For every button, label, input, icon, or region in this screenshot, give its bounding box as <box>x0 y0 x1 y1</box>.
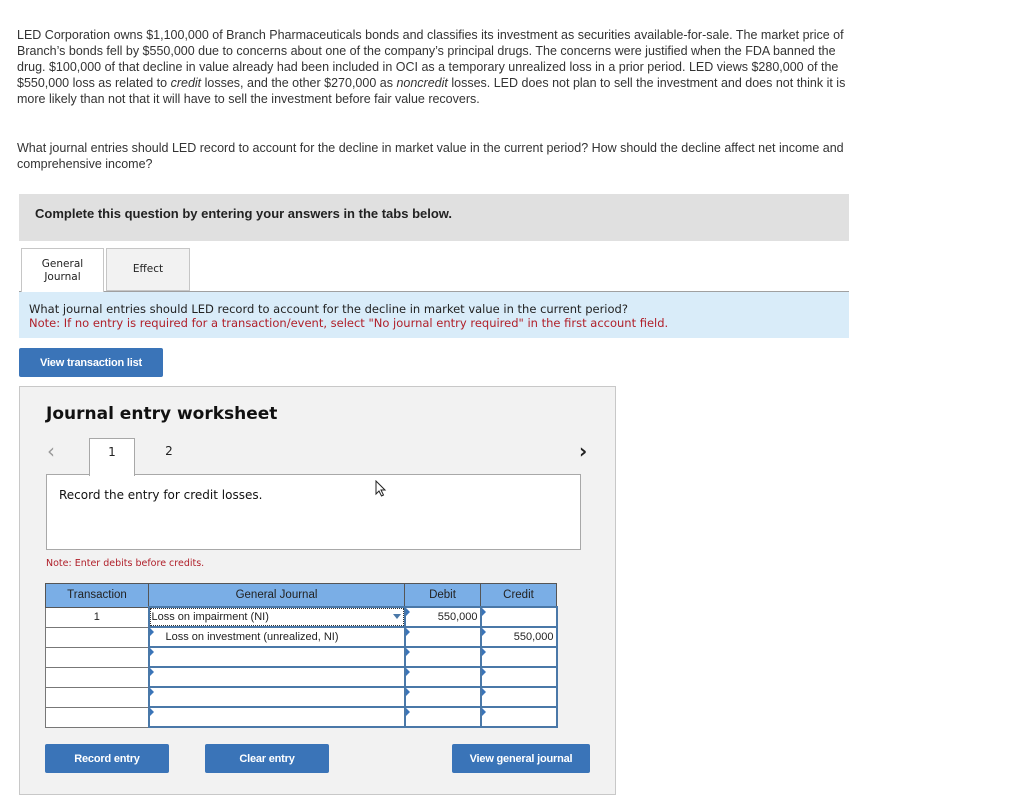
view-general-journal-button[interactable]: View general journal <box>452 744 590 773</box>
entry-marker-icon <box>149 648 154 656</box>
instruction-text: Complete this question by entering your … <box>35 206 453 221</box>
account-select[interactable] <box>147 666 406 688</box>
entry-description-box: Record the entry for credit losses. <box>46 474 581 550</box>
info-note: Note: If no entry is required for a tran… <box>29 316 669 330</box>
account-select[interactable] <box>147 686 406 708</box>
entry-tab-1[interactable]: 1 <box>89 438 135 476</box>
table-row <box>45 686 558 708</box>
credit-value: 550,000 <box>513 631 554 643</box>
question-paragraph: LED Corporation owns $1,100,000 of Branc… <box>17 27 867 107</box>
credit-input[interactable] <box>479 686 558 708</box>
chevron-left-icon[interactable]: ‹ <box>47 439 55 463</box>
transaction-cell <box>45 686 149 708</box>
table-row <box>45 666 558 688</box>
debit-input[interactable] <box>403 686 482 708</box>
header-debit: Debit <box>404 583 481 608</box>
debit-input[interactable] <box>403 666 482 688</box>
entry-marker-icon <box>405 608 410 616</box>
emphasis-credit: credit <box>170 76 202 90</box>
debit-credit-note: Note: Enter debits before credits. <box>46 558 205 569</box>
debit-input[interactable] <box>403 706 482 728</box>
account-value: Loss on investment (unrealized, NI) <box>165 631 339 643</box>
table-row: Loss on investment (unrealized, NI) 550,0… <box>45 626 558 648</box>
journal-entry-worksheet: Journal entry worksheet ‹ › 1 2 Record t… <box>19 386 616 795</box>
entry-marker-icon <box>481 668 486 676</box>
worksheet-title: Journal entry worksheet <box>46 404 278 424</box>
credit-input[interactable] <box>479 666 558 688</box>
entry-marker-icon <box>149 668 154 676</box>
header-transaction: Transaction <box>45 583 149 608</box>
tab-effect[interactable]: Effect <box>106 248 190 291</box>
record-entry-button[interactable]: Record entry <box>45 744 169 773</box>
header-general-journal: General Journal <box>148 583 405 608</box>
account-value: Loss on impairment (NI) <box>151 611 269 623</box>
entry-marker-icon <box>405 688 410 696</box>
tab-general-journal[interactable]: General Journal <box>21 248 104 292</box>
entry-marker-icon <box>405 668 410 676</box>
transaction-cell <box>45 706 149 728</box>
account-select[interactable]: Loss on investment (unrealized, NI) <box>147 626 406 648</box>
account-select[interactable] <box>147 706 406 728</box>
entry-marker-icon <box>149 708 154 716</box>
account-select[interactable]: Loss on impairment (NI) <box>147 606 406 628</box>
table-row: 1 Loss on impairment (NI) 550,000 <box>45 606 558 628</box>
transaction-cell <box>45 626 149 648</box>
entry-marker-icon <box>481 688 486 696</box>
debit-input[interactable] <box>403 626 482 648</box>
info-question: What journal entries should LED record t… <box>29 302 628 316</box>
debit-value: 550,000 <box>437 611 478 623</box>
instruction-banner: Complete this question by entering your … <box>19 194 849 241</box>
entry-marker-icon <box>149 628 154 636</box>
dropdown-arrow-icon[interactable] <box>392 614 401 619</box>
entry-marker-icon <box>481 648 486 656</box>
entry-description: Record the entry for credit losses. <box>59 488 263 502</box>
entry-tab-2[interactable]: 2 <box>146 438 192 476</box>
credit-input[interactable]: 550,000 <box>479 626 558 648</box>
table-row <box>45 646 558 668</box>
info-box: What journal entries should LED record t… <box>19 291 849 338</box>
entry-marker-icon <box>481 708 486 716</box>
account-select[interactable] <box>147 646 406 668</box>
entry-marker-icon <box>405 708 410 716</box>
debit-input[interactable]: 550,000 <box>403 606 482 628</box>
mouse-cursor-icon <box>375 480 387 497</box>
entry-marker-icon <box>149 688 154 696</box>
entry-marker-icon <box>405 648 410 656</box>
table-row <box>45 706 558 728</box>
header-credit: Credit <box>480 583 557 608</box>
question-prompt: What journal entries should LED record t… <box>17 141 844 171</box>
credit-input[interactable] <box>479 646 558 668</box>
entry-marker-icon <box>405 628 410 636</box>
entry-marker-icon <box>481 608 486 616</box>
chevron-right-icon[interactable]: › <box>579 439 587 463</box>
transaction-cell <box>45 666 149 688</box>
question-text: losses, and the other $270,000 as <box>201 76 397 90</box>
debit-input[interactable] <box>403 646 482 668</box>
credit-input[interactable] <box>479 706 558 728</box>
journal-table: Transaction General Journal Debit Credit… <box>45 583 558 728</box>
emphasis-noncredit: noncredit <box>396 76 448 90</box>
entry-marker-icon <box>481 628 486 636</box>
clear-entry-button[interactable]: Clear entry <box>205 744 329 773</box>
transaction-cell <box>45 646 149 668</box>
credit-input[interactable] <box>479 606 558 628</box>
view-transaction-list-button[interactable]: View transaction list <box>19 348 163 377</box>
transaction-cell: 1 <box>45 606 149 628</box>
